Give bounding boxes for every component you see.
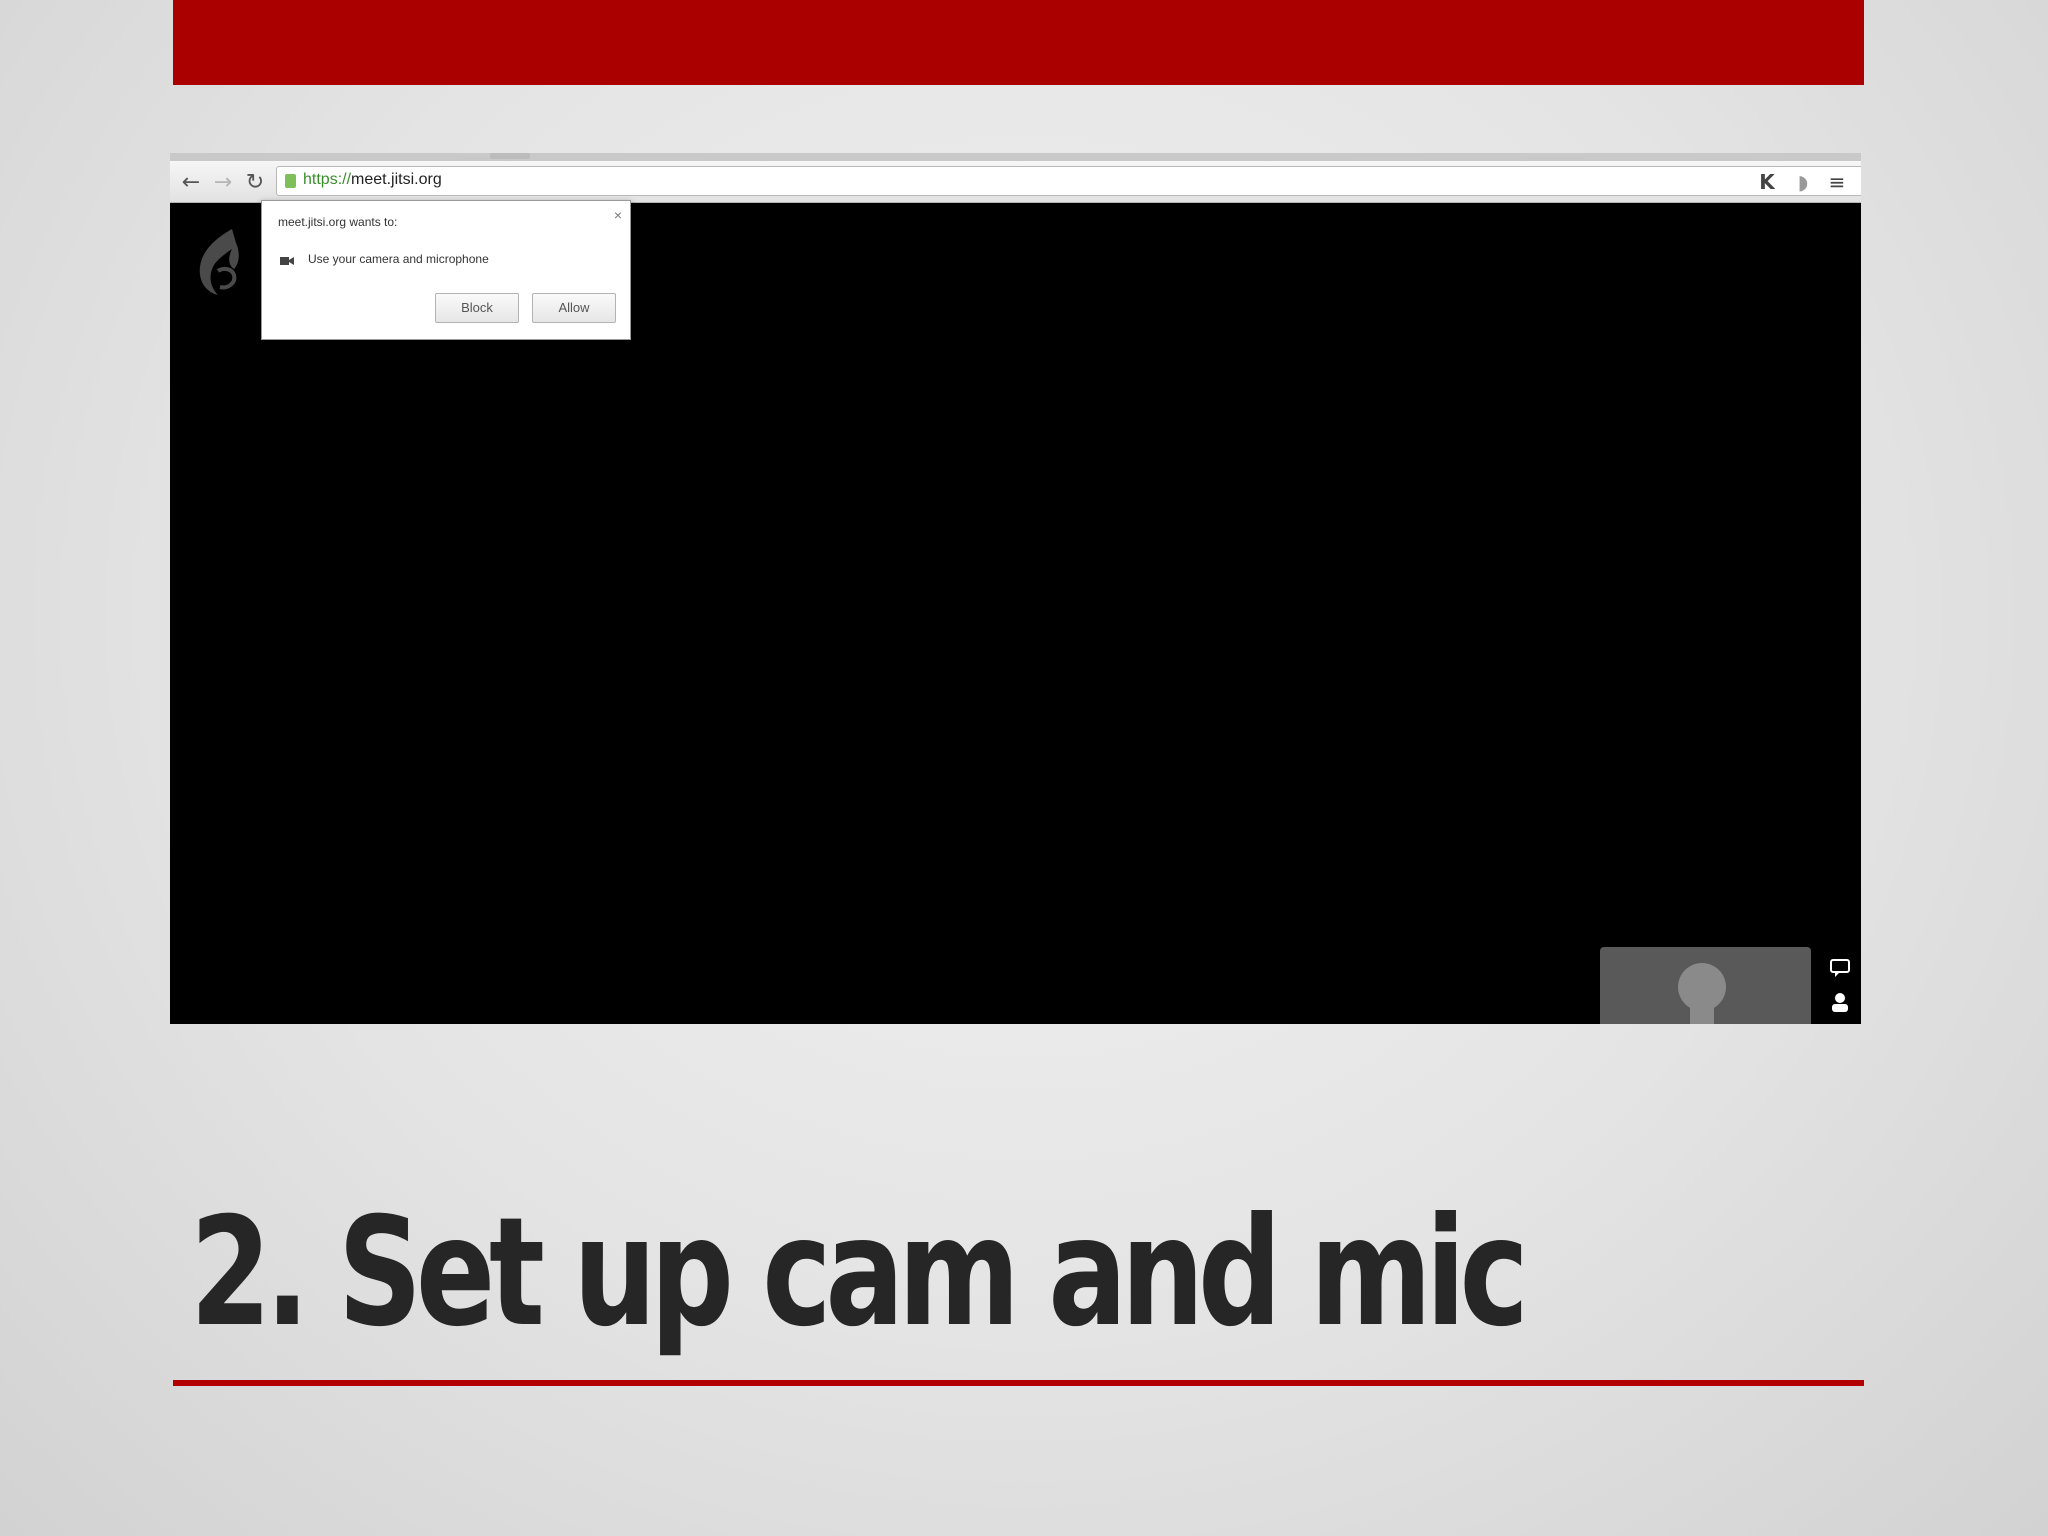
url-text: https://meet.jitsi.org [303, 171, 442, 189]
contact-list-icon[interactable] [1828, 991, 1852, 1013]
block-button[interactable]: Block [435, 293, 519, 323]
browser-toolbar: ← → ↻ https://meet.jitsi.org ★ K ◗ ≡ [170, 153, 1861, 203]
url-scheme: https:// [303, 171, 352, 188]
avatar-placeholder-icon [1678, 963, 1726, 1024]
title-underline [173, 1380, 1864, 1386]
popup-request-text: Use your camera and microphone [308, 252, 489, 266]
extension-k-icon[interactable]: K [1754, 169, 1780, 195]
allow-button[interactable]: Allow [532, 293, 616, 323]
local-video-thumbnail[interactable] [1600, 947, 1811, 1024]
popup-title: meet.jitsi.org wants to: [278, 215, 398, 229]
slide-title: 2. Set up cam and mic [190, 1186, 1529, 1360]
extension-icon[interactable]: ◗ [1790, 169, 1816, 195]
back-arrow-icon[interactable]: ← [178, 169, 204, 195]
permission-popup: meet.jitsi.org wants to: × Use your came… [261, 200, 631, 340]
address-bar[interactable]: https://meet.jitsi.org ★ [276, 166, 1861, 196]
browser-tab[interactable] [490, 153, 530, 159]
menu-icon[interactable]: ≡ [1824, 169, 1850, 195]
lock-icon [285, 174, 296, 188]
close-icon[interactable]: × [614, 207, 622, 223]
browser-screenshot: ← → ↻ https://meet.jitsi.org ★ K ◗ ≡ mee… [170, 153, 1861, 1024]
slide-top-accent-bar [173, 0, 1864, 85]
forward-arrow-icon[interactable]: → [210, 169, 236, 195]
chat-icon[interactable] [1828, 957, 1852, 979]
reload-icon[interactable]: ↻ [242, 169, 268, 195]
camera-icon [280, 257, 294, 265]
url-host: meet.jitsi.org [351, 171, 442, 188]
jitsi-logo [199, 229, 239, 295]
